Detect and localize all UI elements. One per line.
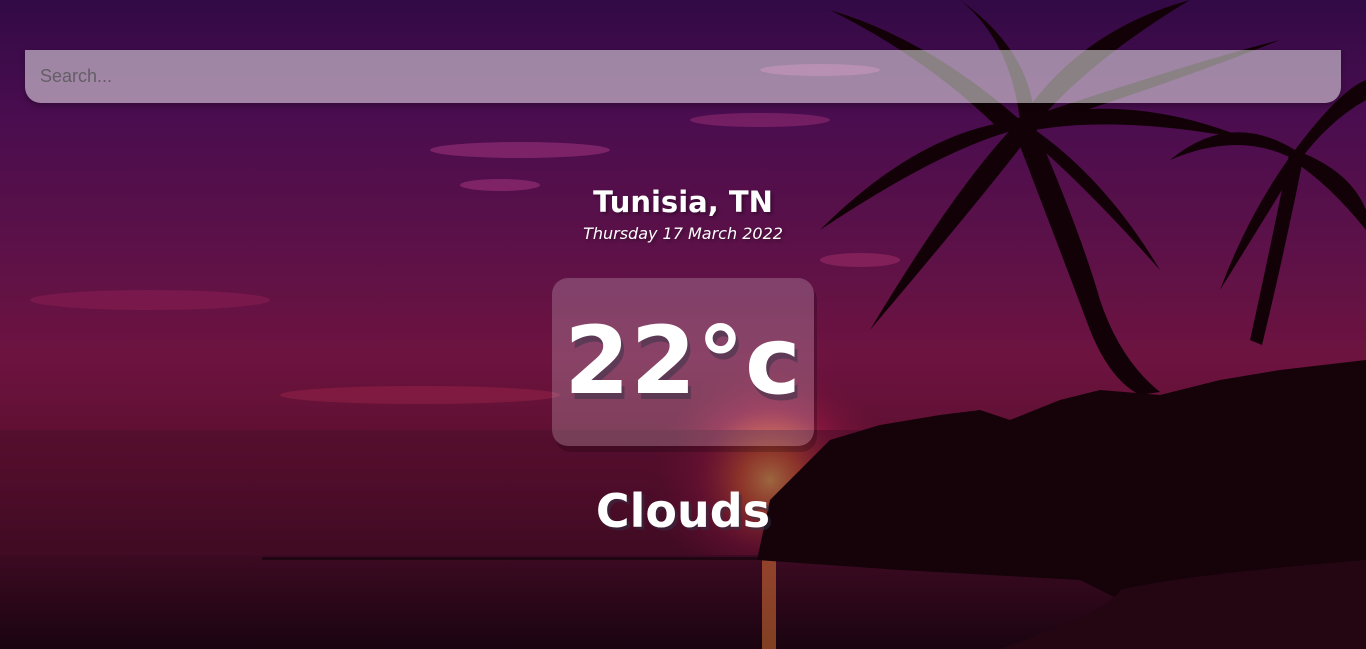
temperature-value: 22°c [564,307,802,416]
search-input[interactable] [25,50,1341,103]
location-name: Tunisia, TN [593,185,773,219]
pier-line [262,557,782,560]
temperature-card: 22°c [552,278,814,446]
weather-condition: Clouds [595,484,771,538]
current-date: Thursday 17 March 2022 [583,224,783,243]
search-box [25,50,1341,103]
palm-trunk-1 [1010,115,1160,395]
location-box: Tunisia, TN Thursday 17 March 2022 [0,182,1366,243]
sun-reflection [762,560,776,649]
